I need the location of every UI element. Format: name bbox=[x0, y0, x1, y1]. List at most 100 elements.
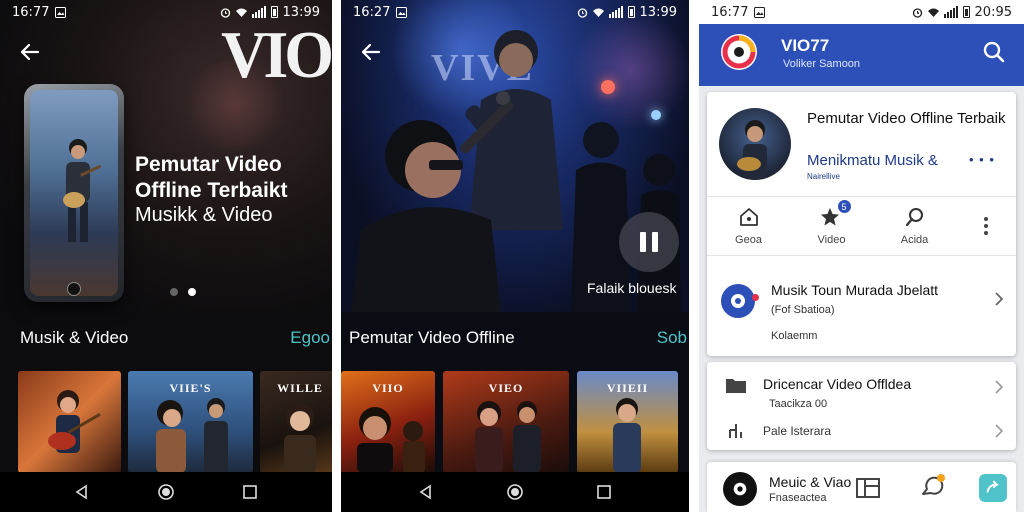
list-item[interactable]: Musik Toun Murada Jbelatt (Fof Sbatioa) … bbox=[707, 268, 1016, 348]
folder-icon bbox=[726, 379, 746, 393]
nav-recents-icon[interactable] bbox=[594, 482, 614, 502]
wifi-icon bbox=[927, 8, 939, 17]
signal-icon bbox=[251, 6, 266, 18]
see-more-link[interactable]: Sob bbox=[657, 328, 687, 348]
status-battery-text: 13:99 bbox=[639, 4, 677, 20]
nav-home-icon[interactable] bbox=[505, 482, 525, 502]
share-icon[interactable] bbox=[979, 474, 1007, 502]
section-header: Musik & Video Egoo bbox=[20, 328, 330, 348]
signal-icon bbox=[608, 6, 623, 18]
wifi-icon bbox=[592, 8, 604, 17]
disc-icon bbox=[731, 294, 745, 308]
list-item-subtitle: Taacikza 00 bbox=[769, 398, 828, 410]
star-icon bbox=[820, 208, 839, 226]
profile-more-dots[interactable]: • • • bbox=[969, 152, 995, 167]
alarm-icon bbox=[220, 7, 230, 18]
status-bar: 16:77 20:95 bbox=[699, 0, 1024, 24]
video-thumbnail-row: VIIE'S WILLE bbox=[18, 371, 332, 473]
video-thumbnail[interactable] bbox=[18, 371, 121, 473]
now-playing-subtitle: Fnaseactea bbox=[769, 492, 827, 504]
chevron-right-icon bbox=[995, 380, 1004, 394]
list-item[interactable]: Pale Isterara bbox=[707, 418, 1016, 446]
notification-badge: 5 bbox=[837, 200, 851, 213]
battery-icon bbox=[627, 6, 635, 18]
action-label: Geoa bbox=[735, 234, 762, 246]
carousel-dot[interactable] bbox=[170, 288, 178, 296]
star-icon-wrapper: 5 bbox=[819, 200, 851, 228]
overflow-menu-icon[interactable] bbox=[956, 197, 1016, 255]
action-label: Video bbox=[817, 234, 846, 246]
home-icon bbox=[739, 208, 758, 226]
app-subtitle: Voliker Samoon bbox=[783, 58, 861, 70]
phone-mockup bbox=[24, 84, 124, 302]
back-arrow-icon[interactable] bbox=[357, 38, 385, 66]
video-thumbnail[interactable]: VIIE'S bbox=[128, 371, 253, 473]
chevron-right-icon bbox=[995, 424, 1004, 438]
player-disc-icon[interactable] bbox=[723, 472, 757, 506]
back-arrow-icon[interactable] bbox=[16, 38, 44, 66]
alarm-icon bbox=[912, 7, 922, 18]
video-caption: Falaik blouesk bbox=[587, 280, 677, 296]
guitarist-illustration bbox=[63, 139, 102, 242]
disc-icon bbox=[733, 482, 747, 496]
pause-button[interactable] bbox=[619, 212, 679, 272]
logo-mark bbox=[722, 35, 756, 69]
status-battery-text: 20:95 bbox=[974, 4, 1012, 20]
profile-subtitle[interactable]: Menikmatu Musik & bbox=[807, 152, 938, 169]
pause-bar bbox=[652, 232, 658, 252]
list-item-subtitle: (Fof Sbatioa) bbox=[771, 304, 835, 316]
now-playing-caption: …… bbox=[819, 506, 835, 512]
avatar[interactable] bbox=[719, 108, 791, 180]
nav-home-icon[interactable] bbox=[156, 482, 176, 502]
screen-profile: VIO77 Voliker Samoon 16:77 20:95 Pemutar… bbox=[699, 0, 1024, 512]
video-thumbnail-row: VIIO VIEO VIIEII bbox=[341, 371, 678, 473]
video-thumbnail[interactable]: VIIO bbox=[341, 371, 435, 473]
nav-back-icon[interactable] bbox=[416, 482, 436, 502]
alarm-icon bbox=[577, 7, 587, 18]
tool-icon bbox=[729, 424, 742, 438]
thumbnail-title: VIIO bbox=[372, 381, 404, 395]
thumbnail-title: VIEO bbox=[488, 381, 524, 395]
layout-icon[interactable] bbox=[855, 476, 881, 500]
nav-recents-icon[interactable] bbox=[240, 482, 260, 502]
status-time: 16:77 bbox=[12, 4, 50, 20]
app-logo-icon[interactable] bbox=[721, 34, 757, 70]
phone-screen-image bbox=[30, 90, 118, 296]
video-thumbnail[interactable]: WILLE bbox=[260, 371, 332, 473]
bottom-nav: Meuic & Viao Fnaseactea …… bbox=[707, 462, 1016, 512]
signal-icon bbox=[943, 6, 958, 18]
action-video[interactable]: 5 Video bbox=[790, 197, 873, 255]
profile-caption: Nairellive bbox=[807, 172, 840, 181]
search-icon[interactable] bbox=[982, 40, 1006, 64]
list-item-title: Pale Isterara bbox=[763, 424, 832, 438]
carousel-indicator[interactable] bbox=[170, 288, 196, 296]
battery-icon bbox=[962, 6, 970, 18]
nav-back-icon[interactable] bbox=[72, 482, 92, 502]
list-item-meta: Kolaemm bbox=[771, 330, 818, 342]
thumbnail-title: VIIEII bbox=[606, 381, 649, 395]
now-playing-title: Meuic & Viao bbox=[769, 474, 852, 490]
action-home[interactable]: Geoa bbox=[707, 197, 790, 255]
offline-video-card: Dricencar Video Offldea Taacikza 00 Pale… bbox=[707, 362, 1016, 450]
list-item-title: Dricencar Video Offldea bbox=[763, 376, 912, 392]
video-player-frame[interactable]: VIVE Falaik blouesk bbox=[341, 0, 689, 312]
action-search[interactable]: Acida bbox=[873, 197, 956, 255]
search-icon bbox=[905, 208, 923, 227]
image-notification-icon bbox=[396, 6, 408, 18]
status-time: 16:77 bbox=[711, 4, 749, 20]
see-more-link[interactable]: Egoo bbox=[290, 328, 330, 348]
image-notification-icon bbox=[55, 6, 67, 18]
chat-icon-wrapper[interactable] bbox=[919, 474, 945, 500]
thumbnail-title: WILLE bbox=[277, 381, 323, 395]
pause-bar bbox=[640, 232, 646, 252]
video-thumbnail[interactable]: VIEO bbox=[443, 371, 569, 473]
carousel-dot-active[interactable] bbox=[188, 288, 196, 296]
phone-home-button bbox=[67, 282, 81, 296]
list-item[interactable]: Dricencar Video Offldea Taacikza 00 bbox=[707, 362, 1016, 412]
hero-banner[interactable]: VIO Pemutar Video Offline Terbaikt Musik… bbox=[0, 0, 332, 312]
profile-title: Pemutar Video Offline Terbaik bbox=[807, 110, 1006, 127]
status-battery-text: 13:99 bbox=[282, 4, 320, 20]
status-time: 16:27 bbox=[353, 4, 391, 20]
app-title: VIO77 bbox=[781, 36, 830, 55]
video-thumbnail[interactable]: VIIEII bbox=[577, 371, 678, 473]
